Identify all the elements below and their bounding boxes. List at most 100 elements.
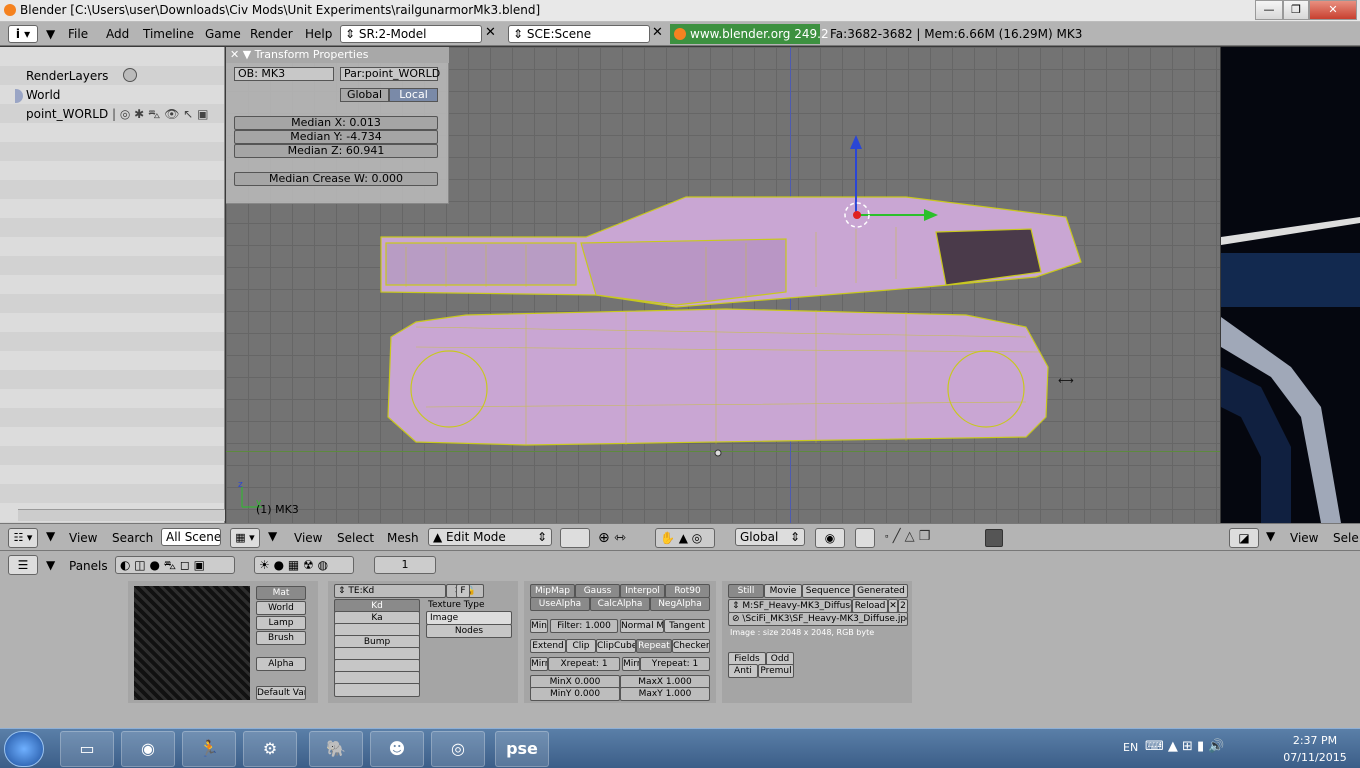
preview-world-button[interactable]: World bbox=[256, 601, 306, 615]
taskbar-explorer-icon[interactable]: ▭ bbox=[60, 731, 114, 767]
screen-delete-icon[interactable]: ✕ bbox=[485, 25, 496, 40]
image-editor-type-icon[interactable]: ◪ bbox=[1229, 528, 1259, 548]
mirror-y-toggle[interactable]: Mirr bbox=[622, 657, 640, 671]
global-toggle[interactable]: Global bbox=[340, 88, 389, 102]
buttons-type-icon[interactable]: ☰ bbox=[8, 555, 38, 575]
image-name-field[interactable]: ⇕ M:SF_Heavy-MK3_Diffuse bbox=[728, 599, 852, 613]
source-sequence[interactable]: Sequence bbox=[802, 584, 854, 598]
outliner-item-renderlayers[interactable]: RenderLayers bbox=[26, 69, 108, 83]
taskbar-aim-icon[interactable]: 🏃 bbox=[182, 731, 236, 767]
rot90-toggle[interactable]: Rot90 bbox=[665, 584, 710, 598]
view3d-menu-view[interactable]: View bbox=[294, 531, 322, 545]
transform-panel-header[interactable]: ✕ ▼ Transform Properties bbox=[226, 47, 449, 63]
usealpha-toggle[interactable]: UseAlpha bbox=[530, 597, 590, 611]
normalmap-toggle[interactable]: Normal Ma bbox=[620, 619, 664, 633]
extend-option[interactable]: Extend bbox=[530, 639, 566, 653]
frame-field[interactable]: 1 bbox=[374, 556, 436, 574]
outliner-type-icon[interactable]: ☷ ▾ bbox=[8, 528, 38, 548]
parent-field[interactable]: Par:point_WORLD bbox=[340, 67, 440, 81]
image-editor[interactable] bbox=[1221, 47, 1360, 523]
gauss-toggle[interactable]: Gauss bbox=[575, 584, 620, 598]
taskbar-postgresql-icon[interactable]: 🐘 bbox=[309, 731, 363, 767]
premul-toggle[interactable]: Premul bbox=[758, 664, 794, 678]
language-indicator[interactable]: EN bbox=[1123, 741, 1138, 754]
context-tabs[interactable]: ◐ ◫ ● ⛍ ◻ ▣ bbox=[115, 556, 235, 574]
taskbar-pse-icon[interactable]: pse bbox=[495, 731, 549, 767]
collapse-icon[interactable]: ▼ bbox=[268, 529, 277, 543]
texture-name-field[interactable]: ⇕ TE:Kd bbox=[334, 584, 446, 598]
menu-file[interactable]: File bbox=[68, 27, 88, 41]
clock-time[interactable]: 2:37 PM bbox=[1280, 734, 1350, 747]
info-editor-type-icon[interactable]: i ▾ bbox=[8, 25, 38, 43]
draw-type-select[interactable] bbox=[560, 528, 590, 548]
image-menu-select[interactable]: Sele bbox=[1333, 531, 1359, 545]
preview-alpha-button[interactable]: Alpha bbox=[256, 657, 306, 671]
clipcube-option[interactable]: ClipCube bbox=[596, 639, 636, 653]
maxy-field[interactable]: MaxY 1.000 bbox=[620, 687, 710, 701]
collapse-icon[interactable]: ▼ bbox=[46, 558, 55, 572]
outliner-hscrollbar[interactable] bbox=[18, 509, 225, 521]
yrepeat-field[interactable]: Yrepeat: 1 bbox=[640, 657, 710, 671]
renderlayer-icon[interactable] bbox=[123, 68, 137, 82]
3d-view-type-icon[interactable]: ▦ ▾ bbox=[230, 528, 260, 548]
anti-toggle[interactable]: Anti bbox=[728, 664, 758, 678]
outliner[interactable]: RenderLayers World point_WORLD | ◎ ✱ ⛍ 👁… bbox=[0, 47, 225, 523]
outliner-menu-search[interactable]: Search bbox=[112, 531, 153, 545]
preview-mat-button[interactable]: Mat bbox=[256, 586, 306, 600]
view3d-menu-mesh[interactable]: Mesh bbox=[387, 531, 419, 545]
start-button[interactable] bbox=[4, 731, 44, 767]
repeat-option[interactable]: Repeat bbox=[636, 639, 672, 653]
blender-version-link[interactable]: www.blender.org 249.2 bbox=[670, 24, 829, 44]
outliner-menu-view[interactable]: View bbox=[69, 531, 97, 545]
screen-selector[interactable]: ⇕ SR:2-Model bbox=[340, 25, 482, 43]
preview-brush-button[interactable]: Brush bbox=[256, 631, 306, 645]
checker-option[interactable]: Checker bbox=[672, 639, 710, 653]
menu-timeline[interactable]: Timeline bbox=[143, 27, 194, 41]
fake-user-button[interactable]: F bbox=[456, 584, 470, 598]
clock-date[interactable]: 07/11/2015 bbox=[1275, 751, 1355, 764]
restrict-icons[interactable]: | ◎ ✱ ⛍ 👁 ↖ ▣ bbox=[112, 107, 208, 123]
menu-game[interactable]: Game bbox=[205, 27, 241, 41]
taskbar-steam-icon[interactable]: ⚙ bbox=[243, 731, 297, 767]
outliner-item-point-world[interactable]: point_WORLD bbox=[26, 107, 108, 121]
mode-select[interactable]: ▲ Edit Mode ⇕ bbox=[428, 528, 552, 546]
median-z-field[interactable]: Median Z: 60.941 bbox=[234, 144, 438, 158]
menu-help[interactable]: Help bbox=[305, 27, 332, 41]
miny-field[interactable]: MinY 0.000 bbox=[530, 687, 620, 701]
default-vars-button[interactable]: Default Vars bbox=[256, 686, 306, 700]
pivot-icons[interactable]: ⊕ ⇿ bbox=[598, 530, 626, 546]
filter-field[interactable]: Filter: 1.000 bbox=[550, 619, 618, 633]
scene-selector[interactable]: ⇕ SCE:Scene bbox=[508, 25, 650, 43]
tray-icons[interactable]: ⌨ ▲ ⊞ ▮ 🔊 bbox=[1145, 739, 1225, 754]
layer-select[interactable]: ◉ bbox=[815, 528, 845, 548]
scene-delete-icon[interactable]: ✕ bbox=[652, 25, 663, 40]
mipmap-toggle[interactable]: MipMap bbox=[530, 584, 575, 598]
median-y-field[interactable]: Median Y: -4.734 bbox=[234, 130, 438, 144]
outliner-item-world[interactable]: World bbox=[26, 88, 60, 102]
3d-viewport[interactable]: z y ⟷ (1) MK3 ✕ ▼ Transform Properties O… bbox=[226, 47, 1220, 523]
manipulator-toggles[interactable]: ✋ ▲ ◎ ▪ bbox=[655, 528, 715, 563]
channel-empty[interactable] bbox=[334, 683, 420, 697]
select-mode-icons[interactable]: ⬞ ╱ △ ❒ bbox=[885, 529, 930, 544]
negalpha-toggle[interactable]: NegAlpha bbox=[650, 597, 710, 611]
minimize-button[interactable]: — bbox=[1255, 0, 1283, 20]
menu-render[interactable]: Render bbox=[250, 27, 293, 41]
clip-option[interactable]: Clip bbox=[566, 639, 596, 653]
maximize-button[interactable]: ❐ bbox=[1283, 0, 1309, 20]
image-menu-view[interactable]: View bbox=[1290, 531, 1318, 545]
median-x-field[interactable]: Median X: 0.013 bbox=[234, 116, 438, 130]
min-toggle[interactable]: Min bbox=[530, 619, 548, 633]
collapse-icon[interactable]: ▼ bbox=[1266, 529, 1275, 543]
local-toggle[interactable]: Local bbox=[389, 88, 438, 102]
panels-menu[interactable]: Panels bbox=[69, 559, 108, 573]
xrepeat-field[interactable]: Xrepeat: 1 bbox=[548, 657, 620, 671]
source-movie[interactable]: Movie bbox=[764, 584, 802, 598]
transform-properties-panel[interactable]: ✕ ▼ Transform Properties OB: MK3 Par:poi… bbox=[226, 47, 449, 204]
view3d-menu-select[interactable]: Select bbox=[337, 531, 374, 545]
render-icon[interactable] bbox=[985, 529, 1003, 547]
manipulator-z-arrow[interactable] bbox=[850, 135, 862, 149]
image-path-field[interactable]: ⊘ \SciFi_MK3\SF_Heavy-MK3_Diffuse.jpg bbox=[728, 612, 908, 626]
source-still[interactable]: Still bbox=[728, 584, 764, 598]
taskbar-blender-icon[interactable]: ◎ bbox=[431, 731, 485, 767]
object-name-field[interactable]: OB: MK3 bbox=[234, 67, 334, 81]
